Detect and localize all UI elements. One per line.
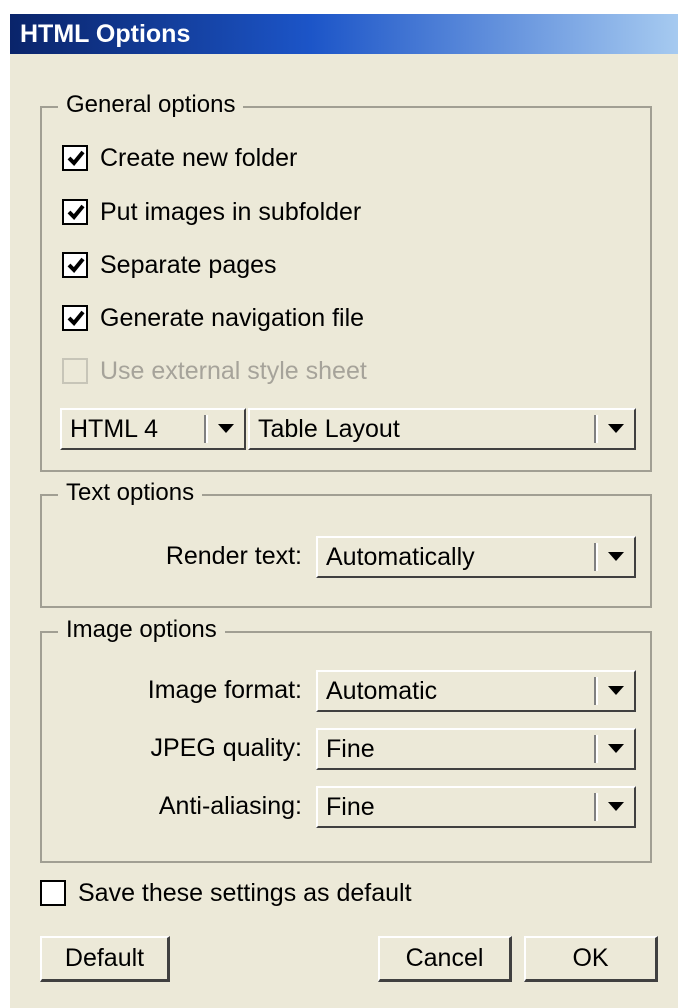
chevron-down-icon[interactable] [608, 744, 624, 753]
dropdown-separator [594, 677, 598, 705]
save-as-default-option[interactable]: Save these settings as default [40, 876, 412, 910]
chevron-down-icon[interactable] [218, 424, 234, 433]
use-external-style-sheet-option: Use external style sheet [62, 354, 367, 388]
chevron-down-icon[interactable] [608, 552, 624, 561]
use-external-style-sheet-label: Use external style sheet [100, 356, 367, 385]
text-options-legend: Text options [58, 478, 203, 508]
jpeg-quality-value: Fine [326, 735, 375, 763]
render-text-label: Render text: [165, 542, 302, 570]
dropdown-separator [594, 735, 598, 763]
ok-button[interactable]: OK [524, 936, 658, 982]
chevron-down-icon[interactable] [608, 686, 624, 695]
save-as-default-label: Save these settings as default [78, 878, 412, 907]
use-external-style-sheet-checkbox [62, 358, 88, 384]
generate-navigation-file-checkbox[interactable] [62, 305, 88, 331]
dropdown-separator [594, 415, 598, 443]
save-as-default-checkbox[interactable] [40, 880, 66, 906]
html-options-dialog: HTML Options General options Create new … [10, 14, 678, 1008]
generate-navigation-file-option[interactable]: Generate navigation file [62, 301, 364, 335]
put-images-in-subfolder-label: Put images in subfolder [100, 197, 362, 226]
jpeg-quality-label: JPEG quality: [150, 734, 302, 762]
checkmark-icon [67, 204, 85, 220]
chevron-down-icon[interactable] [608, 802, 624, 811]
chevron-down-icon[interactable] [608, 424, 624, 433]
general-options-legend: General options [58, 90, 244, 120]
anti-aliasing-value: Fine [326, 793, 375, 821]
put-images-in-subfolder-option[interactable]: Put images in subfolder [62, 195, 361, 229]
title-bar[interactable]: HTML Options [10, 14, 678, 54]
html-version-value: HTML 4 [70, 415, 158, 443]
window-title: HTML Options [20, 20, 191, 48]
image-format-dropdown[interactable]: Automatic [316, 670, 636, 712]
dropdown-separator [594, 793, 598, 821]
render-text-dropdown[interactable]: Automatically [316, 536, 636, 578]
anti-aliasing-label: Anti-aliasing: [158, 792, 302, 820]
jpeg-quality-dropdown[interactable]: Fine [316, 728, 636, 770]
anti-aliasing-dropdown[interactable]: Fine [316, 786, 636, 828]
text-options-group: Text options Render text: Automatically [40, 478, 652, 608]
dropdown-separator [594, 543, 598, 571]
image-options-group: Image options Image format: Automatic JP… [40, 615, 652, 863]
create-new-folder-option[interactable]: Create new folder [62, 141, 297, 175]
checkmark-icon [67, 310, 85, 326]
dropdown-separator [204, 415, 208, 443]
layout-dropdown[interactable]: Table Layout [248, 408, 636, 450]
create-new-folder-label: Create new folder [100, 143, 298, 172]
image-format-label: Image format: [147, 676, 302, 704]
cancel-button[interactable]: Cancel [378, 936, 512, 982]
separate-pages-option[interactable]: Separate pages [62, 248, 277, 282]
put-images-in-subfolder-checkbox[interactable] [62, 199, 88, 225]
layout-value: Table Layout [258, 415, 400, 443]
checkmark-icon [67, 257, 85, 273]
html-version-dropdown[interactable]: HTML 4 [60, 408, 246, 450]
separate-pages-label: Separate pages [100, 250, 277, 279]
create-new-folder-checkbox[interactable] [62, 145, 88, 171]
general-options-group: General options Create new folder Put im… [40, 90, 652, 472]
generate-navigation-file-label: Generate navigation file [100, 303, 365, 332]
image-options-legend: Image options [58, 615, 225, 645]
separate-pages-checkbox[interactable] [62, 252, 88, 278]
checkmark-icon [67, 150, 85, 166]
render-text-value: Automatically [326, 543, 475, 571]
default-button[interactable]: Default [40, 936, 170, 982]
image-format-value: Automatic [326, 677, 438, 705]
